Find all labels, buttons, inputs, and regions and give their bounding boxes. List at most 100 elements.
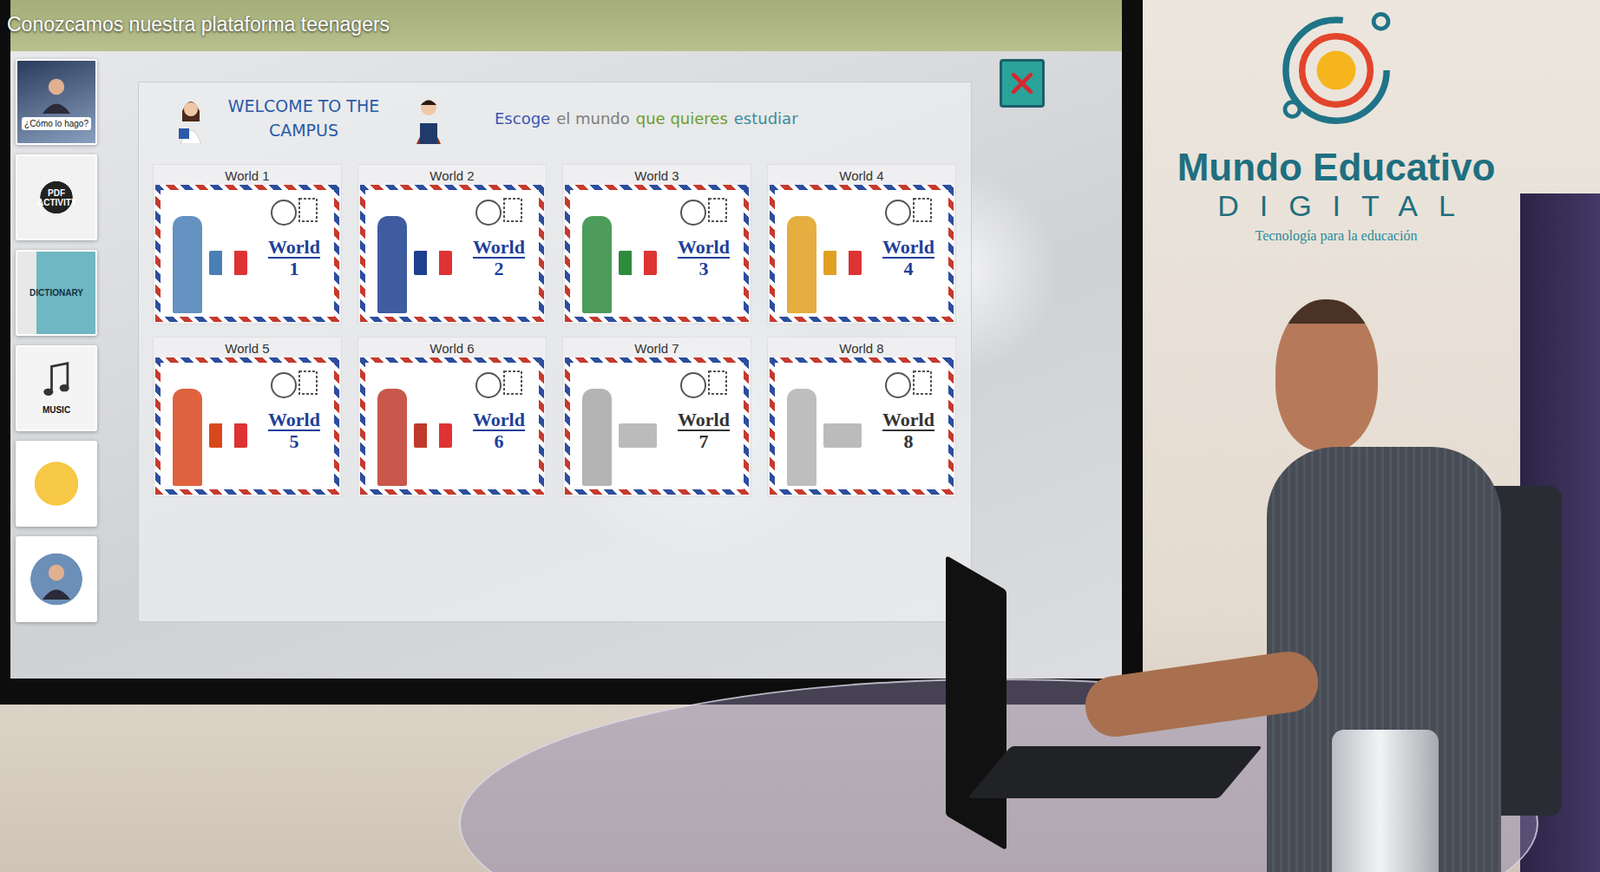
world-title: World 1: [155, 167, 340, 185]
landmark-illustration: [570, 190, 664, 317]
landmark-illustration: [365, 190, 460, 317]
stamp-area: World7: [663, 362, 744, 490]
brand-logo: Mundo EducativoDIGITAL Tecnología para la…: [1154, 5, 1519, 244]
world-stamp-number: 7: [699, 431, 709, 452]
world-title: World 4: [769, 167, 954, 185]
world-stamp-number: 3: [699, 258, 709, 279]
close-x-icon: [1006, 67, 1038, 99]
postcard[interactable]: World4: [769, 184, 954, 322]
video-title: Conozcamos nuestra plataforma teenagers: [6, 13, 390, 37]
postmark-icon: [472, 367, 525, 403]
stamp-area: World4: [868, 190, 949, 317]
world-stamp-number: 2: [494, 258, 505, 279]
music-note-icon: [39, 360, 73, 400]
postcard[interactable]: World3: [564, 184, 749, 322]
logo-sub: DIGITAL: [1217, 189, 1476, 223]
world-card[interactable]: World 1World1: [152, 163, 342, 325]
video-frame: ¿Cómo lo hago? PDF ACTIVITY DICTIONARY MUSI…: [0, 0, 1600, 872]
world-stamp-number: 6: [494, 431, 505, 452]
welcome-title: WELCOME TO THE CAMPUS: [227, 93, 381, 144]
landmark-illustration: [570, 362, 664, 490]
stamp-area: World6: [459, 362, 539, 490]
sidebar-item[interactable]: PDF ACTIVITY: [15, 154, 98, 241]
stamp-area: World8: [868, 362, 949, 490]
sidebar-item[interactable]: DICTIONARY: [15, 249, 98, 336]
person-icon: [36, 559, 77, 600]
stamp-area: World3: [663, 190, 744, 317]
postmark-icon: [677, 367, 730, 403]
postmark-icon: [882, 195, 935, 230]
world-card[interactable]: World 4World4: [767, 163, 957, 325]
world-title: World 3: [564, 167, 749, 185]
boy-avatar-icon: [411, 91, 446, 145]
world-stamp-word: World: [472, 236, 525, 259]
world-stamp-word: World: [677, 236, 730, 259]
drink-can: [1331, 729, 1439, 872]
campus-panel: WELCOME TO THE CAMPUS Escoge el mundo que q…: [137, 81, 972, 623]
campus-header: WELCOME TO THE CAMPUS Escoge el mundo que q…: [152, 82, 971, 154]
sidebar-item[interactable]: [15, 536, 98, 623]
logo-name: Mundo Educativo: [1177, 145, 1496, 190]
orbit-logo-icon: [1271, 5, 1402, 136]
sidebar-item-label: PDF ACTIVITY: [34, 186, 79, 210]
landmark-illustration: [774, 190, 869, 317]
world-stamp-word: World: [268, 236, 321, 259]
worlds-grid: World 1World1World 2World2World 3World3W…: [152, 163, 971, 498]
world-title: World 6: [360, 340, 545, 358]
postmark-icon: [882, 367, 935, 403]
world-card[interactable]: World 2World2: [357, 163, 547, 325]
world-stamp-word: World: [268, 409, 321, 432]
logo-tagline: Tecnología para la educación: [1255, 228, 1418, 244]
landmark-illustration: [774, 362, 869, 490]
stamp-area: World1: [254, 190, 335, 317]
postmark-icon: [268, 367, 321, 403]
person-icon: [36, 73, 77, 114]
world-stamp-number: 4: [904, 258, 914, 279]
close-button[interactable]: [999, 59, 1045, 108]
girl-avatar-icon: [173, 91, 209, 145]
world-stamp-number: 5: [289, 431, 300, 452]
postcard[interactable]: World7: [564, 357, 749, 495]
postcard[interactable]: World8: [769, 357, 954, 495]
sidebar-item-label: MUSIC: [39, 403, 73, 417]
sidebar-item-label: DICTIONARY: [26, 286, 86, 300]
world-title: World 2: [360, 167, 545, 185]
postcard[interactable]: World5: [155, 357, 340, 495]
world-title: World 8: [769, 340, 954, 358]
world-stamp-word: World: [882, 409, 935, 432]
prompt-word: estudiar: [734, 109, 799, 128]
postmark-icon: [268, 195, 321, 230]
world-stamp-word: World: [882, 236, 935, 259]
world-card[interactable]: World 3World3: [562, 163, 752, 325]
world-card[interactable]: World 8World8: [767, 336, 957, 498]
stamp-area: World5: [254, 362, 335, 490]
world-stamp-word: World: [472, 409, 525, 432]
postcard[interactable]: World6: [360, 357, 545, 495]
landmark-illustration: [160, 362, 255, 490]
world-card[interactable]: World 5World5: [152, 336, 342, 498]
sidebar-item[interactable]: MUSIC: [15, 345, 98, 432]
prompt-word: Escoge: [494, 109, 551, 128]
choose-world-prompt: Escoge el mundo que quieres estudiar: [494, 109, 799, 128]
prompt-word: que quieres: [636, 109, 728, 128]
world-title: World 7: [564, 340, 749, 358]
world-stamp-word: World: [677, 409, 730, 432]
world-card[interactable]: World 6World6: [357, 336, 547, 498]
laptop: [945, 572, 1241, 851]
stamp-area: World2: [459, 190, 539, 317]
landmark-illustration: [160, 190, 255, 317]
world-stamp-number: 8: [904, 431, 914, 452]
world-stamp-number: 1: [289, 258, 300, 279]
sidebar-item-label: ¿Cómo lo hago?: [21, 117, 92, 131]
world-card[interactable]: World 7World7: [562, 336, 752, 498]
postcard[interactable]: World2: [360, 184, 545, 322]
sidebar-item[interactable]: [15, 440, 98, 527]
world-title: World 5: [155, 340, 340, 358]
prompt-word: el mundo: [556, 109, 630, 128]
landmark-illustration: [365, 362, 460, 490]
sidebar-item[interactable]: ¿Cómo lo hago?: [15, 59, 98, 145]
postmark-icon: [677, 195, 730, 230]
postmark-icon: [472, 195, 525, 230]
sidebar: ¿Cómo lo hago? PDF ACTIVITY DICTIONARY MUSI…: [15, 59, 98, 623]
postcard[interactable]: World1: [155, 184, 340, 322]
